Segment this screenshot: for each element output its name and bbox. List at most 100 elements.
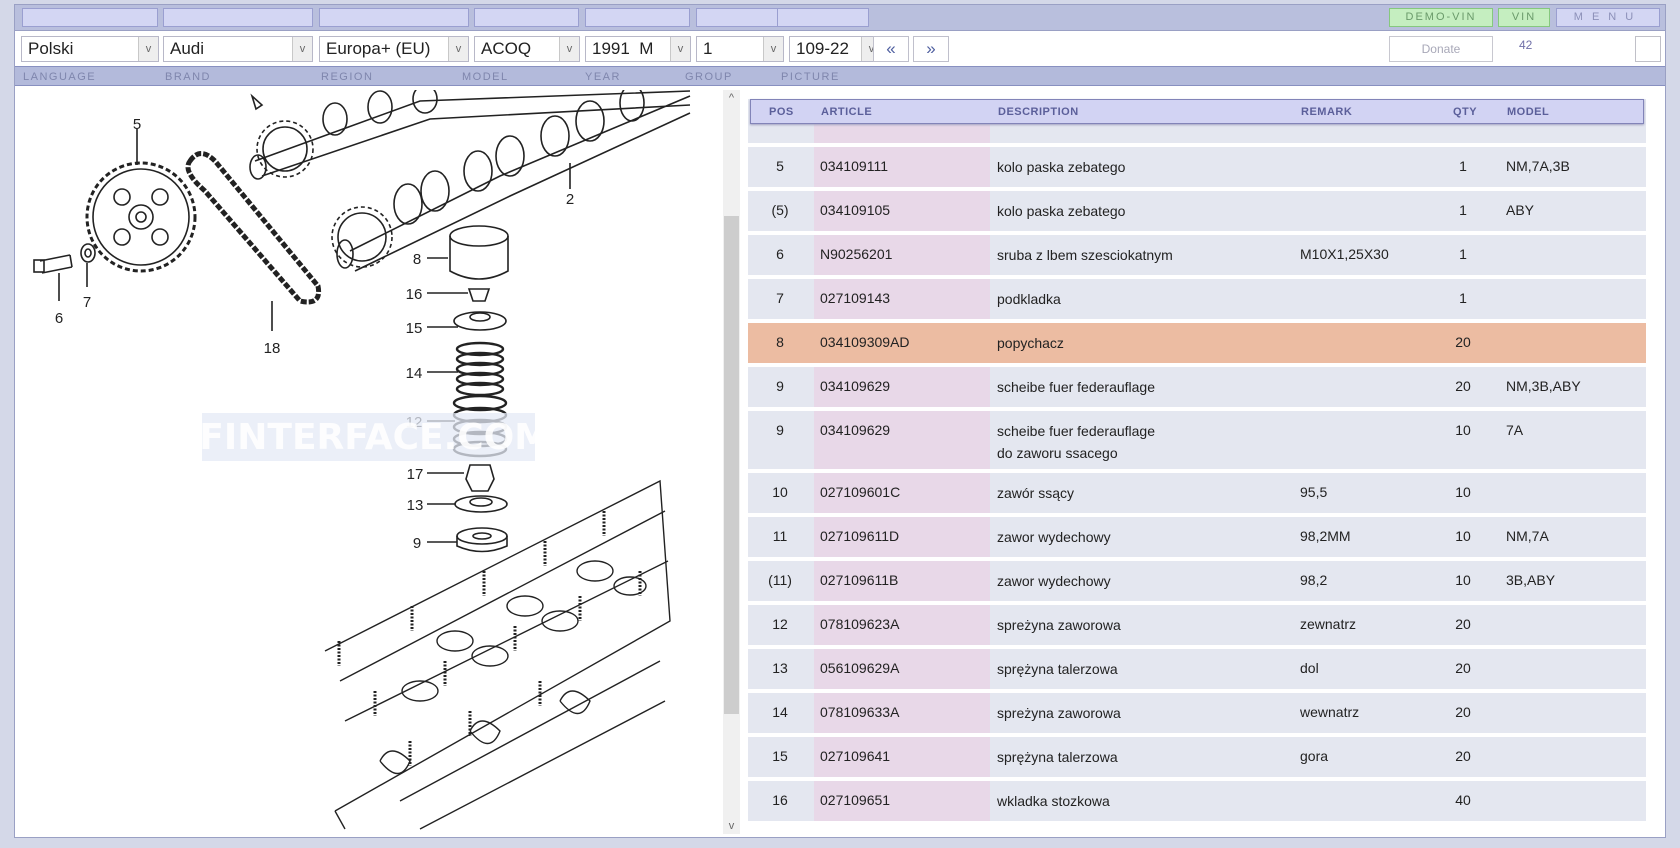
brand-select[interactable]: Audi v: [163, 36, 313, 62]
qty-cell: 10: [1455, 528, 1471, 544]
chevron-down-icon: v: [448, 37, 468, 61]
header-description[interactable]: DESCRIPTION: [998, 106, 1079, 118]
description-cell: podkladka: [997, 288, 1061, 310]
next-picture-button[interactable]: »: [913, 36, 949, 62]
callout-8[interactable]: 8: [413, 251, 421, 268]
article-cell[interactable]: 078109623A: [820, 616, 899, 632]
table-row-selected[interactable]: 8 034109309AD popychacz 20: [748, 323, 1646, 363]
article-cell[interactable]: 027109601C: [820, 484, 900, 500]
remark-cell: 98,2MM: [1300, 528, 1351, 544]
model-select[interactable]: ACOQ v: [474, 36, 580, 62]
blank-box[interactable]: [1635, 36, 1661, 62]
article-cell[interactable]: 034109111: [820, 158, 888, 174]
callout-9[interactable]: 9: [413, 535, 421, 552]
table-row[interactable]: 13 056109629A sprężyna talerzowa dol 20: [748, 649, 1646, 689]
model-cell: ABY: [1506, 202, 1535, 218]
selector-labels: LANGUAGE BRAND REGION MODEL YEAR GROUP P…: [15, 66, 1665, 86]
scroll-up-icon[interactable]: ^: [723, 92, 740, 104]
pos-cell: 14: [772, 704, 788, 720]
table-row[interactable]: 14 078109633A spreżyna zaworowa wewnatrz 20: [748, 693, 1646, 733]
qty-cell: 10: [1455, 572, 1471, 588]
year-select[interactable]: 1991 M v: [585, 36, 691, 62]
article-cell[interactable]: 034109629: [820, 422, 890, 438]
parts-diagram[interactable]: 5 2 6 7 18 8 16 15 14 12 17 13 9 IFINTER…: [17, 90, 723, 834]
pos-cell: 16: [772, 792, 788, 808]
description-cell: popychacz: [997, 332, 1064, 354]
description-line: zawor wydechowy: [997, 529, 1111, 545]
language-select[interactable]: Polski v: [21, 36, 159, 62]
callout-5[interactable]: 5: [133, 116, 141, 133]
group-select[interactable]: 1v: [696, 36, 784, 62]
description-line: sruba z lbem szesciokatnym: [997, 247, 1173, 263]
label-year: YEAR: [585, 71, 621, 83]
description-line: podkladka: [997, 291, 1061, 307]
article-cell[interactable]: N90256201: [820, 246, 892, 262]
brand-tab[interactable]: [163, 8, 313, 27]
callout-13[interactable]: 13: [407, 497, 424, 514]
menu-button[interactable]: MENU: [1556, 8, 1660, 27]
table-row[interactable]: (5) 034109105 kolo paska zebatego 1 ABY: [748, 191, 1646, 231]
article-cell[interactable]: 034109105: [820, 202, 890, 218]
diagram-scrollbar[interactable]: ^ v: [723, 90, 740, 834]
year-tab[interactable]: [585, 8, 690, 27]
header-qty[interactable]: QTY: [1453, 106, 1477, 118]
picture-tab[interactable]: [777, 8, 869, 27]
header-pos[interactable]: POS: [769, 106, 794, 118]
diagram-scroll-thumb[interactable]: [724, 216, 739, 714]
table-row[interactable]: 12 078109623A spreżyna zaworowa zewnatrz 20: [748, 605, 1646, 645]
article-cell[interactable]: 034109309AD: [820, 334, 910, 350]
pos-cell: 9: [776, 422, 784, 438]
article-cell[interactable]: 027109611D: [820, 528, 899, 544]
article-cell[interactable]: 056109629A: [820, 660, 899, 676]
callout-18[interactable]: 18: [264, 340, 281, 357]
qty-cell: 1: [1459, 158, 1467, 174]
table-row[interactable]: 9 034109629 scheibe fuer federauflage 20 NM,…: [748, 367, 1646, 407]
callout-6[interactable]: 6: [55, 310, 63, 327]
header-model[interactable]: MODEL: [1507, 106, 1549, 118]
label-group: GROUP: [685, 71, 733, 83]
article-cell[interactable]: 034109629: [820, 378, 890, 394]
header-article[interactable]: ARTICLE: [821, 106, 872, 118]
qty-cell: 10: [1455, 484, 1471, 500]
previous-picture-button[interactable]: «: [873, 36, 909, 62]
description-cell: zawór ssący: [997, 482, 1074, 504]
remark-cell: zewnatrz: [1300, 616, 1357, 632]
table-row[interactable]: 5 034109111 kolo paska zebatego 1 NM,7A,3B: [748, 147, 1646, 187]
sprocket-wheel: [85, 129, 197, 273]
chevron-down-icon: v: [292, 37, 312, 61]
table-row[interactable]: 11 027109611D zawor wydechowy 98,2MM 10 NM,7A: [748, 517, 1646, 557]
callout-17[interactable]: 17: [407, 466, 424, 483]
article-cell[interactable]: 027109611B: [820, 572, 898, 588]
article-cell[interactable]: 027109143: [820, 290, 890, 306]
article-cell[interactable]: 078109633A: [820, 704, 899, 720]
callout-2[interactable]: 2: [566, 191, 574, 208]
region-value: Europa+ (EU): [326, 39, 431, 58]
language-tab[interactable]: [22, 8, 158, 27]
model-tab[interactable]: [474, 8, 579, 27]
description-line: sprężyna talerzowa: [997, 661, 1118, 677]
picture-select[interactable]: 109-22 v: [789, 36, 882, 62]
article-cell-bg: [814, 411, 990, 469]
article-cell[interactable]: 027109651: [820, 792, 890, 808]
table-row[interactable]: 9 034109629 scheibe fuer federauflage do za…: [748, 411, 1646, 469]
article-cell[interactable]: 027109641: [820, 748, 890, 764]
callout-15[interactable]: 15: [406, 320, 423, 337]
table-row[interactable]: 10 027109601C zawór ssący 95,5 10: [748, 473, 1646, 513]
table-row[interactable]: 7 027109143 podkladka 1: [748, 279, 1646, 319]
region-select[interactable]: Europa+ (EU) v: [319, 36, 469, 62]
table-row[interactable]: (11) 027109611B zawor wydechowy 98,2 10 3B,AB…: [748, 561, 1646, 601]
region-tab[interactable]: [319, 8, 469, 27]
table-row[interactable]: 16 027109651 wkladka stozkowa 40: [748, 781, 1646, 821]
vin-button[interactable]: VIN: [1498, 8, 1550, 27]
table-row[interactable]: 6 N90256201 sruba z lbem szesciokatnym M10X…: [748, 235, 1646, 275]
callout-16[interactable]: 16: [406, 286, 423, 303]
header-remark[interactable]: REMARK: [1301, 106, 1352, 118]
donate-button[interactable]: Donate: [1389, 36, 1493, 62]
table-row[interactable]: 15 027109641 sprężyna talerzowa gora 20: [748, 737, 1646, 777]
callout-7[interactable]: 7: [83, 294, 91, 311]
scroll-down-icon[interactable]: v: [723, 820, 740, 832]
demo-vin-button[interactable]: DEMO-VIN: [1389, 8, 1493, 27]
callout-14[interactable]: 14: [406, 365, 423, 382]
woodruff-key: [250, 93, 264, 111]
qty-cell: 1: [1459, 202, 1467, 218]
